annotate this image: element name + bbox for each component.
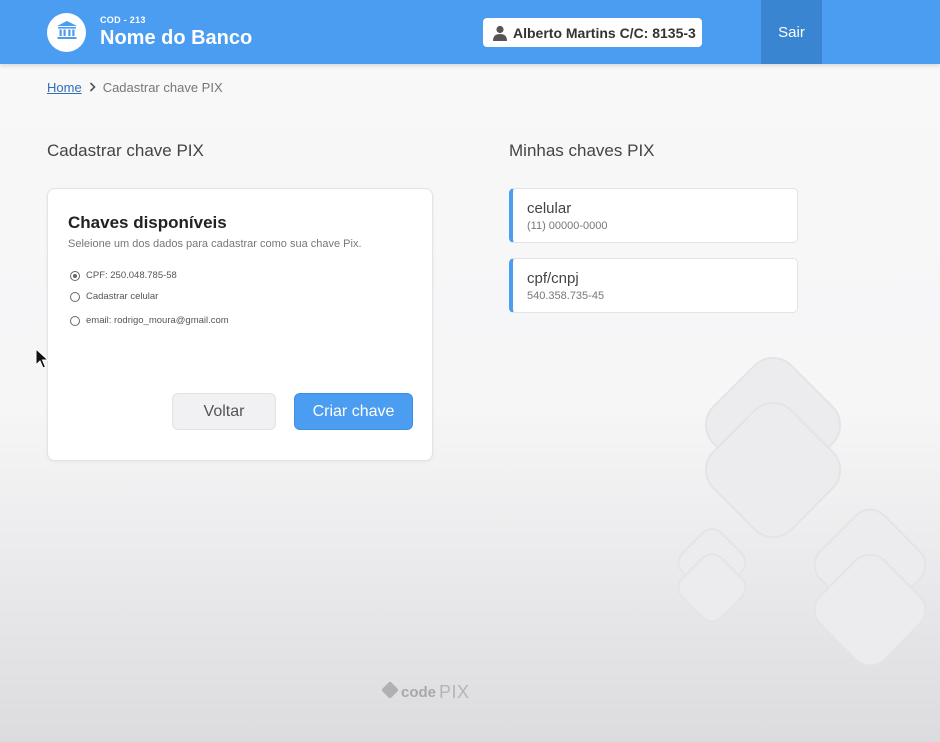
top-navbar: COD - 213 Nome do Banco Alberto Martins … bbox=[0, 0, 940, 64]
create-key-button[interactable]: Criar chave bbox=[294, 393, 413, 430]
bank-logo bbox=[47, 13, 86, 52]
user-icon bbox=[492, 25, 508, 41]
breadcrumb: Home Cadastrar chave PIX bbox=[47, 80, 223, 95]
key-value: (11) 00000-0000 bbox=[527, 220, 608, 232]
back-button[interactable]: Voltar bbox=[172, 393, 276, 430]
radio-email[interactable] bbox=[70, 315, 80, 326]
register-key-card: Chaves disponíveis Seleione um dos dados… bbox=[47, 188, 433, 461]
account-text: Alberto Martins C/C: 8135-3 bbox=[513, 24, 696, 41]
key-item[interactable]: celular (11) 00000-0000 bbox=[509, 188, 798, 243]
card-title: Chaves disponíveis bbox=[68, 213, 227, 232]
option-celular[interactable]: Cadastrar celular bbox=[70, 291, 158, 302]
breadcrumb-home-link[interactable]: Home bbox=[47, 80, 82, 95]
breadcrumb-current: Cadastrar chave PIX bbox=[102, 80, 223, 95]
option-celular-label: Cadastrar celular bbox=[86, 291, 159, 302]
option-cpf[interactable]: CPF: 250.048.785-58 bbox=[70, 270, 177, 281]
option-email-label: email: rodrigo_moura@gmail.com bbox=[86, 315, 229, 326]
keys-section-title: Minhas chaves PIX bbox=[509, 141, 655, 160]
key-type: cpf/cnpj bbox=[527, 270, 579, 287]
footer-logo-pix: PIX bbox=[439, 682, 470, 702]
codepix-footer-logo: code PIX bbox=[381, 681, 470, 703]
mouse-cursor-icon bbox=[35, 347, 50, 375]
chevron-right-icon bbox=[89, 80, 96, 95]
bank-name: Nome do Banco bbox=[100, 27, 253, 49]
register-section-title: Cadastrar chave PIX bbox=[47, 141, 204, 160]
radio-cpf[interactable] bbox=[70, 270, 80, 281]
key-value: 540.358.735-45 bbox=[527, 290, 605, 302]
account-info: Alberto Martins C/C: 8135-3 bbox=[483, 18, 702, 47]
radio-celular[interactable] bbox=[70, 291, 80, 302]
card-subtitle: Seleione um dos dados para cadastrar com… bbox=[68, 238, 362, 250]
bank-code: COD - 213 bbox=[100, 15, 146, 25]
option-email[interactable]: email: rodrigo_moura@gmail.com bbox=[70, 315, 229, 326]
footer-logo-code: code bbox=[401, 684, 437, 701]
pix-logo-icon bbox=[381, 681, 399, 703]
option-cpf-label: CPF: 250.048.785-58 bbox=[86, 270, 177, 281]
bank-icon bbox=[56, 20, 78, 45]
pix-background-decoration bbox=[660, 340, 940, 670]
logout-button[interactable]: Sair bbox=[761, 0, 822, 64]
key-type: celular bbox=[527, 200, 572, 217]
key-item[interactable]: cpf/cnpj 540.358.735-45 bbox=[509, 258, 798, 313]
